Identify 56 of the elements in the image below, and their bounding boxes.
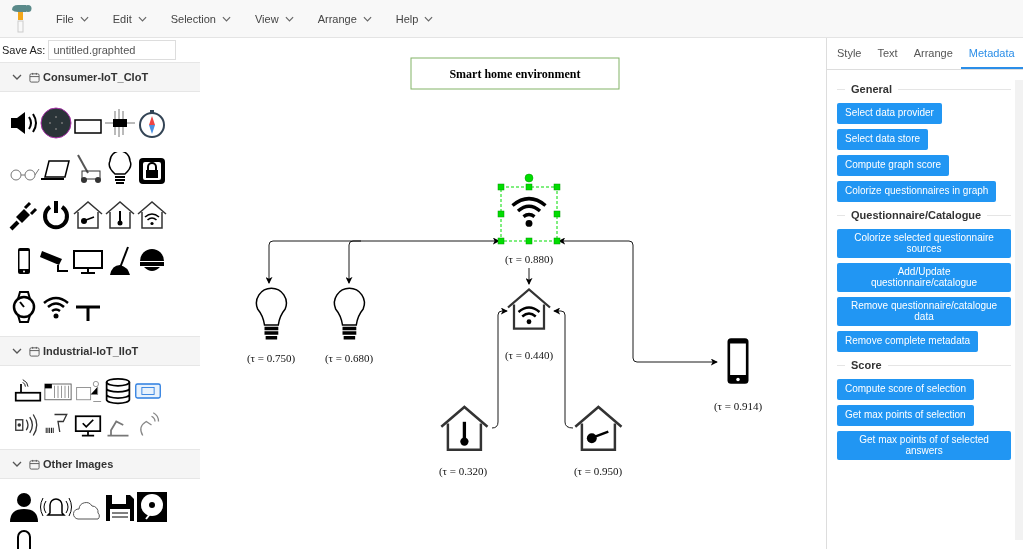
database-icon[interactable] bbox=[104, 376, 132, 406]
house-thermometer-icon[interactable] bbox=[104, 198, 136, 232]
diagram-title[interactable]: Smart home environment bbox=[410, 57, 620, 90]
panel-tab[interactable]: Metadata bbox=[960, 38, 1023, 69]
section-title: Consumer-IoT_CIoT bbox=[43, 71, 149, 83]
chevron-icon bbox=[137, 15, 147, 22]
chevron-icon bbox=[12, 72, 22, 82]
chevron-icon bbox=[79, 15, 89, 22]
section-title: Industrial-IoT_IIoT bbox=[43, 345, 139, 357]
section-title: Other Images bbox=[43, 458, 114, 470]
chevron-icon bbox=[362, 15, 372, 22]
library-section-header[interactable]: Consumer-IoT_CIoT bbox=[0, 62, 200, 92]
light-bulb-icon[interactable] bbox=[333, 287, 366, 340]
node-label: (τ = 0.880) bbox=[504, 253, 554, 265]
menu-item[interactable]: View bbox=[244, 8, 304, 29]
chevron-icon bbox=[12, 459, 22, 469]
chevron-icon bbox=[284, 15, 294, 22]
chevron-icon bbox=[424, 15, 434, 22]
node-label: (τ = 0.950) bbox=[573, 465, 623, 477]
chip-icon[interactable] bbox=[104, 106, 136, 140]
panel-tab[interactable]: Style bbox=[829, 38, 870, 69]
house-key-icon[interactable] bbox=[574, 405, 623, 452]
group-heading: Questionnaire/Catalogue bbox=[851, 209, 982, 221]
smart-speaker-icon[interactable] bbox=[40, 106, 72, 140]
menu-item[interactable]: Arrange bbox=[307, 8, 382, 29]
hammer-logo-icon bbox=[10, 3, 32, 34]
house-thermometer-icon[interactable] bbox=[440, 405, 489, 452]
calendar-icon bbox=[29, 71, 40, 83]
node-label: (τ = 0.914) bbox=[713, 400, 763, 412]
chevron-icon bbox=[12, 346, 22, 356]
house-wifi-icon[interactable] bbox=[136, 198, 168, 232]
panel-tab[interactable]: Arrange bbox=[905, 38, 961, 69]
group-heading: Score bbox=[851, 359, 882, 371]
chevron-icon bbox=[221, 15, 231, 22]
menu-item[interactable]: File bbox=[46, 8, 99, 29]
menu-item[interactable]: Edit bbox=[102, 8, 157, 29]
light-bulb-icon[interactable] bbox=[255, 287, 288, 340]
calendar-icon bbox=[29, 345, 40, 357]
calendar-icon bbox=[29, 458, 40, 470]
menu-item[interactable]: Help bbox=[385, 8, 444, 29]
node-label: (τ = 0.680) bbox=[324, 352, 374, 364]
node-label: (τ = 0.440) bbox=[504, 349, 554, 361]
house-wifi-icon[interactable] bbox=[507, 288, 551, 330]
panel-tab[interactable]: Text bbox=[869, 38, 906, 69]
save-as-label: Save As: bbox=[2, 44, 46, 56]
house-key-icon[interactable] bbox=[72, 198, 104, 232]
node-label: (τ = 0.750) bbox=[246, 352, 296, 364]
group-heading: General bbox=[851, 83, 892, 95]
library-section-header[interactable]: Other Images bbox=[0, 449, 200, 479]
node-label: (τ = 0.320) bbox=[438, 465, 488, 477]
filename-field[interactable]: untitled.graphted bbox=[48, 40, 177, 60]
smartphone-icon[interactable] bbox=[727, 338, 749, 384]
power-icon[interactable] bbox=[40, 198, 72, 232]
menu-item[interactable]: Selection bbox=[160, 8, 241, 29]
wifi-icon[interactable] bbox=[497, 173, 561, 245]
library-section-header[interactable]: Industrial-IoT_IIoT bbox=[0, 336, 200, 366]
